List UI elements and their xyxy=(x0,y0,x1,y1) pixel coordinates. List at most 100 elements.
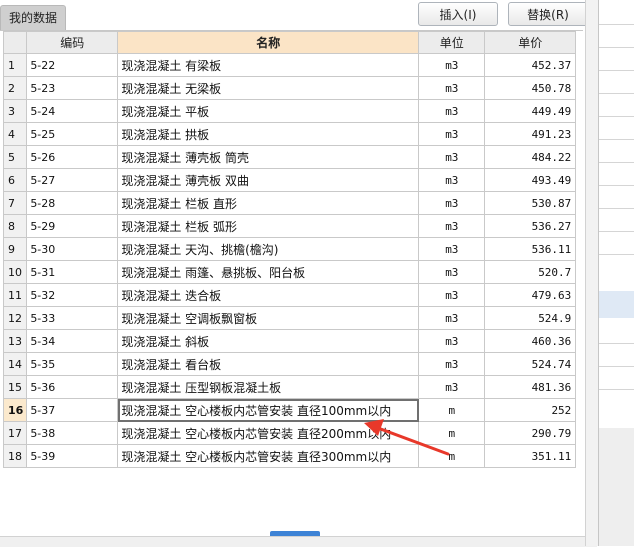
table-row[interactable]: 10 5-31 现浇混凝土 雨篷、悬挑板、阳台板 m3 520.7 xyxy=(2,260,577,284)
column-header-code[interactable]: 编码 xyxy=(26,31,119,54)
price-cell[interactable]: 493.49 xyxy=(484,168,577,192)
price-cell[interactable]: 252 xyxy=(484,398,577,422)
code-cell[interactable]: 5-38 xyxy=(26,421,119,445)
vertical-scrollbar[interactable] xyxy=(585,0,598,546)
unit-cell[interactable]: m3 xyxy=(418,122,486,146)
unit-cell[interactable]: m xyxy=(418,398,486,422)
price-cell[interactable]: 524.9 xyxy=(484,306,577,330)
name-cell[interactable]: 现浇混凝土 空心楼板内芯管安装 直径100mm以内 xyxy=(117,398,420,422)
table-row[interactable]: 4 5-25 现浇混凝土 拱板 m3 491.23 xyxy=(2,122,577,146)
table-row[interactable]: 16 5-37 现浇混凝土 空心楼板内芯管安装 直径100mm以内 m 252 xyxy=(2,398,577,422)
code-cell[interactable]: 5-34 xyxy=(26,329,119,353)
table-row[interactable]: 18 5-39 现浇混凝土 空心楼板内芯管安装 直径300mm以内 m 351.11 xyxy=(2,444,577,468)
code-cell[interactable]: 5-27 xyxy=(26,168,119,192)
price-cell[interactable]: 481.36 xyxy=(484,375,577,399)
price-cell[interactable]: 449.49 xyxy=(484,99,577,123)
code-cell[interactable]: 5-28 xyxy=(26,191,119,215)
name-cell[interactable]: 现浇混凝土 天沟、挑檐(檐沟) xyxy=(117,237,420,261)
insert-button[interactable]: 插入(I) xyxy=(418,2,498,26)
column-header-unit[interactable]: 单位 xyxy=(418,31,486,54)
price-cell[interactable]: 484.22 xyxy=(484,145,577,169)
horizontal-scrollbar[interactable] xyxy=(0,536,597,547)
row-number-cell[interactable]: 18 xyxy=(2,444,28,468)
name-cell[interactable]: 现浇混凝土 拱板 xyxy=(117,122,420,146)
code-cell[interactable]: 5-37 xyxy=(26,398,119,422)
name-cell[interactable]: 现浇混凝土 有梁板 xyxy=(117,53,420,77)
table-row[interactable]: 12 5-33 现浇混凝土 空调板飘窗板 m3 524.9 xyxy=(2,306,577,330)
table-row[interactable]: 8 5-29 现浇混凝土 栏板 弧形 m3 536.27 xyxy=(2,214,577,238)
unit-cell[interactable]: m3 xyxy=(418,76,486,100)
unit-cell[interactable]: m3 xyxy=(418,53,486,77)
name-cell[interactable]: 现浇混凝土 斜板 xyxy=(117,329,420,353)
replace-button[interactable]: 替换(R) xyxy=(508,2,588,26)
code-cell[interactable]: 5-31 xyxy=(26,260,119,284)
unit-cell[interactable]: m3 xyxy=(418,329,486,353)
name-cell[interactable]: 现浇混凝土 栏板 直形 xyxy=(117,191,420,215)
column-header-name[interactable]: 名称 xyxy=(117,31,420,54)
unit-cell[interactable]: m3 xyxy=(418,99,486,123)
code-cell[interactable]: 5-26 xyxy=(26,145,119,169)
price-cell[interactable]: 290.79 xyxy=(484,421,577,445)
code-cell[interactable]: 5-35 xyxy=(26,352,119,376)
name-cell[interactable]: 现浇混凝土 空心楼板内芯管安装 直径300mm以内 xyxy=(117,444,420,468)
price-cell[interactable]: 530.87 xyxy=(484,191,577,215)
code-cell[interactable]: 5-24 xyxy=(26,99,119,123)
table-row[interactable]: 5 5-26 现浇混凝土 薄壳板 筒壳 m3 484.22 xyxy=(2,145,577,169)
unit-cell[interactable]: m3 xyxy=(418,352,486,376)
name-cell[interactable]: 现浇混凝土 薄壳板 双曲 xyxy=(117,168,420,192)
name-cell[interactable]: 现浇混凝土 栏板 弧形 xyxy=(117,214,420,238)
row-number-cell[interactable]: 16 xyxy=(2,398,28,422)
price-cell[interactable]: 479.63 xyxy=(484,283,577,307)
row-number-cell[interactable]: 11 xyxy=(2,283,28,307)
table-row[interactable]: 14 5-35 现浇混凝土 看台板 m3 524.74 xyxy=(2,352,577,376)
unit-cell[interactable]: m3 xyxy=(418,191,486,215)
row-number-cell[interactable]: 10 xyxy=(2,260,28,284)
table-row[interactable]: 11 5-32 现浇混凝土 迭合板 m3 479.63 xyxy=(2,283,577,307)
row-number-cell[interactable]: 13 xyxy=(2,329,28,353)
price-cell[interactable]: 452.37 xyxy=(484,53,577,77)
unit-cell[interactable]: m3 xyxy=(418,375,486,399)
column-header-price[interactable]: 单价 xyxy=(484,31,577,54)
unit-cell[interactable]: m3 xyxy=(418,283,486,307)
row-number-cell[interactable]: 12 xyxy=(2,306,28,330)
unit-cell[interactable]: m3 xyxy=(418,168,486,192)
price-cell[interactable]: 524.74 xyxy=(484,352,577,376)
name-cell[interactable]: 现浇混凝土 平板 xyxy=(117,99,420,123)
row-number-cell[interactable]: 9 xyxy=(2,237,28,261)
unit-cell[interactable]: m3 xyxy=(418,214,486,238)
price-cell[interactable]: 536.27 xyxy=(484,214,577,238)
table-row[interactable]: 7 5-28 现浇混凝土 栏板 直形 m3 530.87 xyxy=(2,191,577,215)
row-number-cell[interactable]: 17 xyxy=(2,421,28,445)
name-cell[interactable]: 现浇混凝土 空调板飘窗板 xyxy=(117,306,420,330)
code-cell[interactable]: 5-33 xyxy=(26,306,119,330)
code-cell[interactable]: 5-30 xyxy=(26,237,119,261)
price-cell[interactable]: 460.36 xyxy=(484,329,577,353)
table-row[interactable]: 6 5-27 现浇混凝土 薄壳板 双曲 m3 493.49 xyxy=(2,168,577,192)
row-number-cell[interactable]: 5 xyxy=(2,145,28,169)
row-number-cell[interactable]: 15 xyxy=(2,375,28,399)
row-number-cell[interactable]: 4 xyxy=(2,122,28,146)
price-cell[interactable]: 351.11 xyxy=(484,444,577,468)
code-cell[interactable]: 5-25 xyxy=(26,122,119,146)
price-cell[interactable]: 536.11 xyxy=(484,237,577,261)
name-cell[interactable]: 现浇混凝土 压型钢板混凝土板 xyxy=(117,375,420,399)
unit-cell[interactable]: m3 xyxy=(418,237,486,261)
unit-cell[interactable]: m3 xyxy=(418,306,486,330)
unit-cell[interactable]: m3 xyxy=(418,145,486,169)
code-cell[interactable]: 5-22 xyxy=(26,53,119,77)
right-panel-selected-row[interactable] xyxy=(599,291,634,318)
price-cell[interactable]: 520.7 xyxy=(484,260,577,284)
row-number-cell[interactable]: 2 xyxy=(2,76,28,100)
code-cell[interactable]: 5-29 xyxy=(26,214,119,238)
table-row[interactable]: 15 5-36 现浇混凝土 压型钢板混凝土板 m3 481.36 xyxy=(2,375,577,399)
code-cell[interactable]: 5-36 xyxy=(26,375,119,399)
table-row[interactable]: 1 5-22 现浇混凝土 有梁板 m3 452.37 xyxy=(2,53,577,77)
table-row[interactable]: 17 5-38 现浇混凝土 空心楼板内芯管安装 直径200mm以内 m 290.79 xyxy=(2,421,577,445)
price-cell[interactable]: 450.78 xyxy=(484,76,577,100)
name-cell[interactable]: 现浇混凝土 空心楼板内芯管安装 直径200mm以内 xyxy=(117,421,420,445)
unit-cell[interactable]: m xyxy=(418,444,486,468)
code-cell[interactable]: 5-39 xyxy=(26,444,119,468)
name-cell[interactable]: 现浇混凝土 无梁板 xyxy=(117,76,420,100)
unit-cell[interactable]: m xyxy=(418,421,486,445)
row-number-cell[interactable]: 7 xyxy=(2,191,28,215)
